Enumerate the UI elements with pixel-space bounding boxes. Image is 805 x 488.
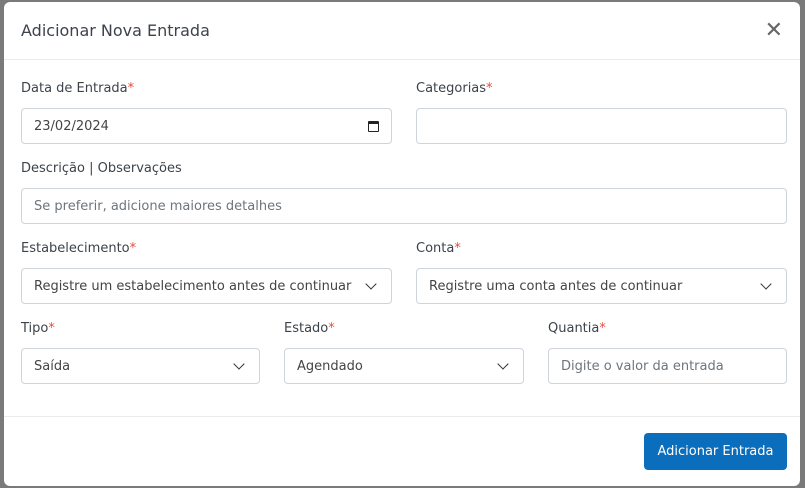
modal-header: Adicionar Nova Entrada ✕ xyxy=(4,2,800,60)
chevron-down-icon xyxy=(760,278,772,290)
chevron-down-icon xyxy=(365,278,377,290)
status-select[interactable]: Agendado xyxy=(284,348,524,384)
description-label: Descrição | Observações xyxy=(21,161,182,176)
account-select[interactable]: Registre uma conta antes de continuar xyxy=(416,268,787,304)
close-icon[interactable]: ✕ xyxy=(765,19,783,42)
categories-label: Categorias* xyxy=(416,81,493,96)
type-select[interactable]: Saída xyxy=(21,348,260,384)
categories-input[interactable] xyxy=(416,108,787,144)
description-input[interactable]: Se preferir, adicione maiores detalhes xyxy=(21,188,787,224)
date-input[interactable]: 23/02/2024 xyxy=(21,108,392,144)
modal-footer xyxy=(4,416,800,417)
establishment-label: Estabelecimento* xyxy=(21,241,137,256)
establishment-select[interactable]: Registre um estabelecimento antes de con… xyxy=(21,268,392,304)
add-entry-modal: Adicionar Nova Entrada ✕ Data de Entrada… xyxy=(4,2,800,486)
add-entry-button[interactable]: Adicionar Entrada xyxy=(644,433,787,470)
status-label: Estado* xyxy=(284,321,335,336)
amount-label: Quantia* xyxy=(548,321,606,336)
account-label: Conta* xyxy=(416,241,461,256)
date-label: Data de Entrada* xyxy=(21,81,135,96)
type-label: Tipo* xyxy=(21,321,55,336)
amount-input[interactable]: Digite o valor da entrada xyxy=(548,348,787,384)
calendar-icon[interactable] xyxy=(368,120,379,132)
modal-title: Adicionar Nova Entrada xyxy=(21,21,210,40)
chevron-down-icon xyxy=(233,358,245,370)
chevron-down-icon xyxy=(497,358,509,370)
